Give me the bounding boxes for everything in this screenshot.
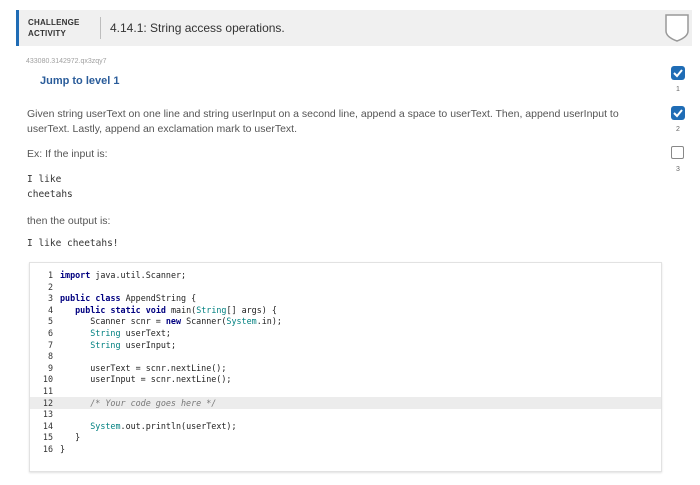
line-number: 7	[47, 339, 53, 350]
challenge-category: CHALLENGE ACTIVITY	[28, 18, 80, 38]
level-3-checkbox[interactable]	[671, 146, 684, 159]
challenge-header: CHALLENGE ACTIVITY 4.14.1: String access…	[16, 10, 692, 46]
line-number: 16	[42, 444, 53, 454]
code-line[interactable]: 12 /* Your code goes here */	[30, 396, 661, 409]
code-line[interactable]: 10 userInput = scnr.nextLine();	[30, 373, 661, 385]
line-number: 5	[47, 316, 53, 327]
badge-shield-icon	[665, 14, 689, 42]
code-line[interactable]: 3 public class AppendString {	[30, 292, 661, 304]
code-line[interactable]: 11	[30, 385, 661, 397]
code-text[interactable]: /* Your code goes here */	[60, 397, 216, 409]
example-output-line: I like cheetahs!	[27, 238, 119, 249]
check-icon	[673, 109, 683, 118]
code-line[interactable]: 15 }	[30, 431, 661, 443]
level-number: 1	[676, 86, 680, 93]
line-number: 11	[42, 386, 53, 396]
line-number: 13	[42, 409, 53, 420]
jump-to-level-link[interactable]: Jump to level 1	[40, 75, 119, 87]
line-number: 8	[47, 351, 53, 362]
code-text[interactable]: userText = scnr.nextLine();	[60, 362, 226, 374]
code-line[interactable]: 13	[30, 408, 661, 420]
code-text[interactable]: }	[60, 431, 80, 443]
level-number: 2	[676, 126, 680, 133]
code-line[interactable]: 9 userText = scnr.nextLine();	[30, 362, 661, 374]
code-line[interactable]: 16}	[30, 443, 661, 455]
check-icon	[673, 69, 683, 78]
code-text[interactable]: }	[60, 443, 65, 455]
line-number: 12	[42, 397, 53, 408]
line-number: 3	[47, 293, 53, 304]
code-line[interactable]: 2	[30, 281, 661, 293]
code-text[interactable]: import java.util.Scanner;	[60, 269, 186, 281]
code-text[interactable]: String userText;	[60, 327, 171, 339]
challenge-title: 4.14.1: String access operations.	[110, 21, 285, 35]
code-line[interactable]: 6 String userText;	[30, 327, 661, 339]
example-input-line: cheetahs	[27, 189, 73, 200]
example-label: Ex: If the input is:	[27, 148, 108, 160]
code-text[interactable]: String userInput;	[60, 339, 176, 351]
code-editor[interactable]: 1 import java.util.Scanner; 2 3 public class…	[29, 262, 662, 472]
line-number: 1	[47, 270, 53, 280]
level-1-checkbox[interactable]	[671, 66, 685, 80]
code-line[interactable]: 5 Scanner scnr = new Scanner(System.in);	[30, 315, 661, 327]
line-number: 9	[47, 362, 53, 373]
code-text[interactable]: userInput = scnr.nextLine();	[60, 373, 231, 385]
activity-id: 433080.3142972.qx3zqy7	[26, 58, 107, 65]
code-text[interactable]: System.out.println(userText);	[60, 420, 236, 432]
line-number: 10	[42, 374, 53, 385]
code-line[interactable]: 7 String userInput;	[30, 339, 661, 351]
line-number: 2	[47, 281, 53, 292]
level-number: 3	[676, 166, 680, 173]
level-2-checkbox[interactable]	[671, 106, 685, 120]
code-line[interactable]: 1 import java.util.Scanner;	[30, 269, 661, 281]
code-text[interactable]: public class AppendString {	[60, 292, 196, 304]
header-divider	[100, 17, 101, 39]
output-label: then the output is:	[27, 215, 111, 227]
example-input-line: I like	[27, 174, 62, 185]
line-number: 14	[42, 420, 53, 431]
code-line[interactable]: 14 System.out.println(userText);	[30, 420, 661, 432]
line-number: 15	[42, 432, 53, 443]
code-text[interactable]: public static void main(String[] args) {	[60, 304, 277, 316]
line-number: 6	[47, 328, 53, 338]
code-line[interactable]: 4 public static void main(String[] args)…	[30, 304, 661, 316]
line-number: 4	[47, 304, 53, 315]
code-text[interactable]: Scanner scnr = new Scanner(System.in);	[60, 315, 282, 327]
code-line[interactable]: 8	[30, 350, 661, 362]
header-accent-bar	[16, 10, 19, 46]
instructions-text: Given string userText on one line and st…	[27, 108, 619, 135]
